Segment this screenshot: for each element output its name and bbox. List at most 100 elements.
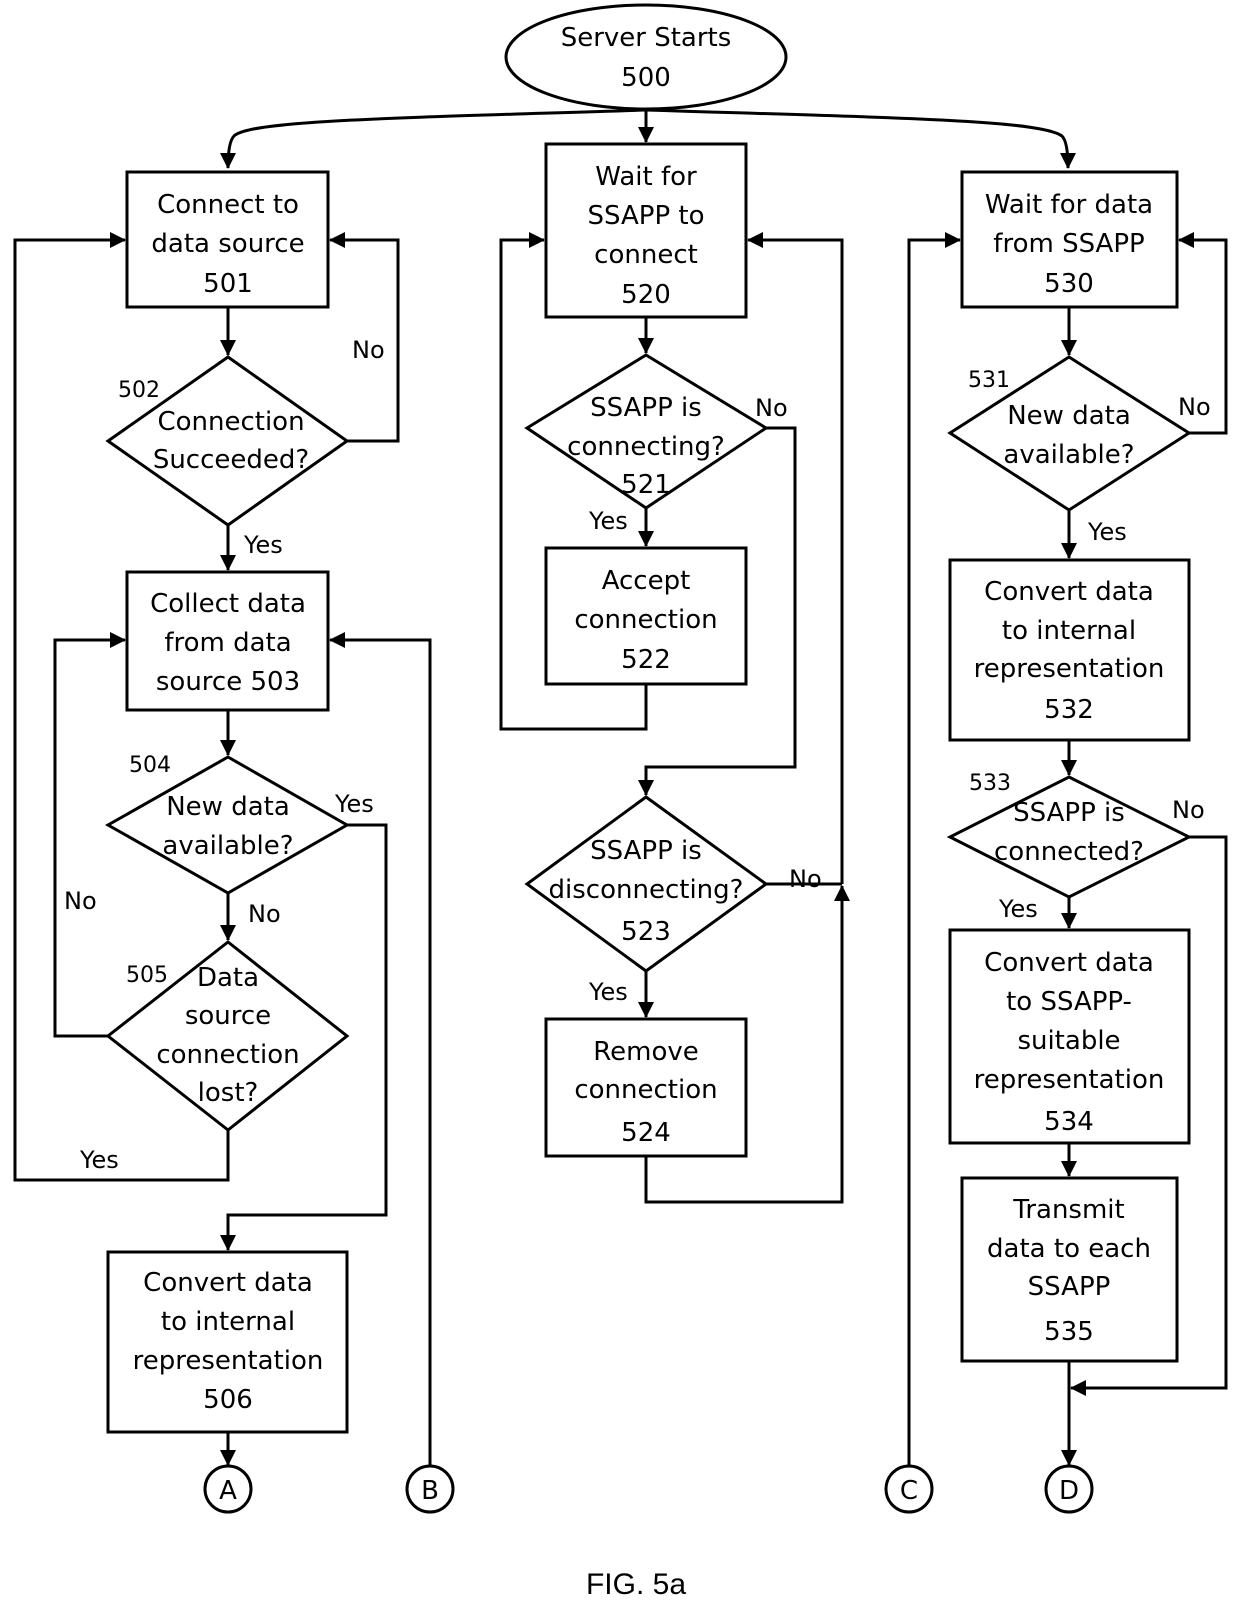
figure-caption: FIG. 5a <box>586 1568 686 1601</box>
process-534-line4: representation <box>974 1065 1165 1095</box>
decision-502-line1: Connection <box>157 407 304 437</box>
process-534: Convert data to SSAPP- suitable represen… <box>948 928 1191 1145</box>
process-503-line3: source 503 <box>156 667 300 697</box>
label-523-no: No <box>789 865 822 893</box>
process-503-line1: Collect data <box>150 589 306 619</box>
process-506-line1: Convert data <box>143 1268 313 1298</box>
process-503: Collect data from data source 503 <box>125 570 330 712</box>
decision-504-line1: New data <box>166 792 290 822</box>
label-504-yes: Yes <box>334 790 374 818</box>
process-524: Remove connection 524 <box>544 1017 748 1158</box>
process-532-ref: 532 <box>1044 695 1094 725</box>
process-534-line3: suitable <box>1017 1026 1120 1056</box>
process-532-line1: Convert data <box>984 577 1154 607</box>
process-532-line3: representation <box>974 654 1165 684</box>
decision-504: 504 New data available? <box>104 753 351 895</box>
process-530-line2: from SSAPP <box>993 229 1144 259</box>
process-506-ref: 506 <box>203 1385 253 1415</box>
process-534-line2: to SSAPP- <box>1006 987 1132 1017</box>
process-520-line2: SSAPP to <box>588 201 705 231</box>
label-505-yes: Yes <box>79 1146 119 1174</box>
start-node-500: Server Starts 500 <box>504 3 788 111</box>
decision-502-ref: 502 <box>118 378 160 403</box>
process-530-line1: Wait for data <box>985 190 1153 220</box>
decision-502: 502 Connection Succeeded? <box>105 355 350 527</box>
process-501-line2: data source <box>151 229 304 259</box>
decision-531-line1: New data <box>1007 401 1131 431</box>
decision-505-line3: connection <box>156 1040 299 1070</box>
process-506-line3: representation <box>133 1346 324 1376</box>
decision-523-line2: disconnecting? <box>549 875 744 905</box>
process-535-line2: data to each <box>987 1234 1151 1264</box>
process-535-ref: 535 <box>1044 1317 1094 1347</box>
connector-C: C <box>884 1464 934 1514</box>
process-501: Connect to data source 501 <box>125 170 330 309</box>
process-501-ref: 501 <box>203 269 253 299</box>
process-532-line2: to internal <box>1002 616 1136 646</box>
flowchart: Server Starts 500 Connect to data source… <box>13 3 1228 1601</box>
label-531-yes: Yes <box>1087 518 1127 546</box>
process-506: Convert data to internal representation … <box>106 1250 349 1434</box>
decision-531: 531 New data available? <box>947 355 1192 512</box>
process-520: Wait for SSAPP to connect 520 <box>544 142 748 319</box>
process-503-line2: from data <box>164 628 291 658</box>
label-502-yes: Yes <box>243 531 283 559</box>
decision-505-ref: 505 <box>126 963 168 988</box>
decision-504-ref: 504 <box>129 753 171 778</box>
label-523-yes: Yes <box>588 978 628 1006</box>
process-532: Convert data to internal representation … <box>948 558 1191 742</box>
connector-B-label: B <box>421 1476 439 1506</box>
process-534-line1: Convert data <box>984 948 1154 978</box>
process-520-line3: connect <box>594 240 698 270</box>
decision-523-line1: SSAPP is <box>590 836 702 866</box>
decision-502-line2: Succeeded? <box>153 445 309 475</box>
connector-D-label: D <box>1059 1476 1079 1506</box>
label-531-no: No <box>1178 393 1211 421</box>
decision-505-line2: source <box>185 1001 271 1031</box>
label-521-yes: Yes <box>588 507 628 535</box>
connector-B: B <box>405 1464 455 1514</box>
process-501-line1: Connect to <box>157 190 299 220</box>
process-506-line2: to internal <box>161 1307 295 1337</box>
label-504-no: No <box>248 900 281 928</box>
start-ref: 500 <box>621 63 671 93</box>
process-535: Transmit data to each SSAPP 535 <box>960 1176 1179 1363</box>
decision-523: SSAPP is disconnecting? 523 <box>524 795 769 973</box>
process-522-ref: 522 <box>621 645 671 675</box>
process-524-line1: Remove <box>593 1037 699 1067</box>
label-533-no: No <box>1172 796 1205 824</box>
decision-505-line4: lost? <box>198 1078 259 1108</box>
process-530-ref: 530 <box>1044 269 1094 299</box>
decision-523-ref: 523 <box>621 917 671 947</box>
process-522-line1: Accept <box>602 566 691 596</box>
connector-A-label: A <box>219 1476 237 1506</box>
decision-505: 505 Data source connection lost? <box>105 940 350 1132</box>
connector-A: A <box>203 1464 253 1514</box>
label-502-no: No <box>352 336 385 364</box>
decision-521-ref: 521 <box>621 470 671 500</box>
decision-521-line1: SSAPP is <box>590 393 702 423</box>
decision-533-line1: SSAPP is <box>1013 798 1125 828</box>
process-520-ref: 520 <box>621 280 671 310</box>
decision-531-line2: available? <box>1003 440 1134 470</box>
decision-504-line2: available? <box>162 831 293 861</box>
edge-C-to-530 <box>907 232 961 1466</box>
process-522: Accept connection 522 <box>544 546 748 686</box>
connector-C-label: C <box>900 1476 918 1506</box>
decision-531-ref: 531 <box>968 368 1010 393</box>
label-505-no: No <box>64 887 97 915</box>
start-label: Server Starts <box>561 23 732 53</box>
process-535-line3: SSAPP <box>1028 1272 1111 1302</box>
decision-505-line1: Data <box>197 963 259 993</box>
process-524-line2: connection <box>574 1075 717 1105</box>
decision-521: SSAPP is connecting? 521 <box>524 353 769 510</box>
label-521-no: No <box>755 394 788 422</box>
process-535-line1: Transmit <box>1012 1195 1124 1225</box>
label-533-yes: Yes <box>998 895 1038 923</box>
edge-505-no <box>53 632 126 1038</box>
decision-533: 533 SSAPP is connected? <box>946 771 1193 899</box>
process-530: Wait for data from SSAPP 530 <box>960 170 1179 309</box>
process-520-line1: Wait for <box>595 162 697 192</box>
process-534-ref: 534 <box>1044 1107 1094 1137</box>
decision-521-line2: connecting? <box>567 432 725 462</box>
